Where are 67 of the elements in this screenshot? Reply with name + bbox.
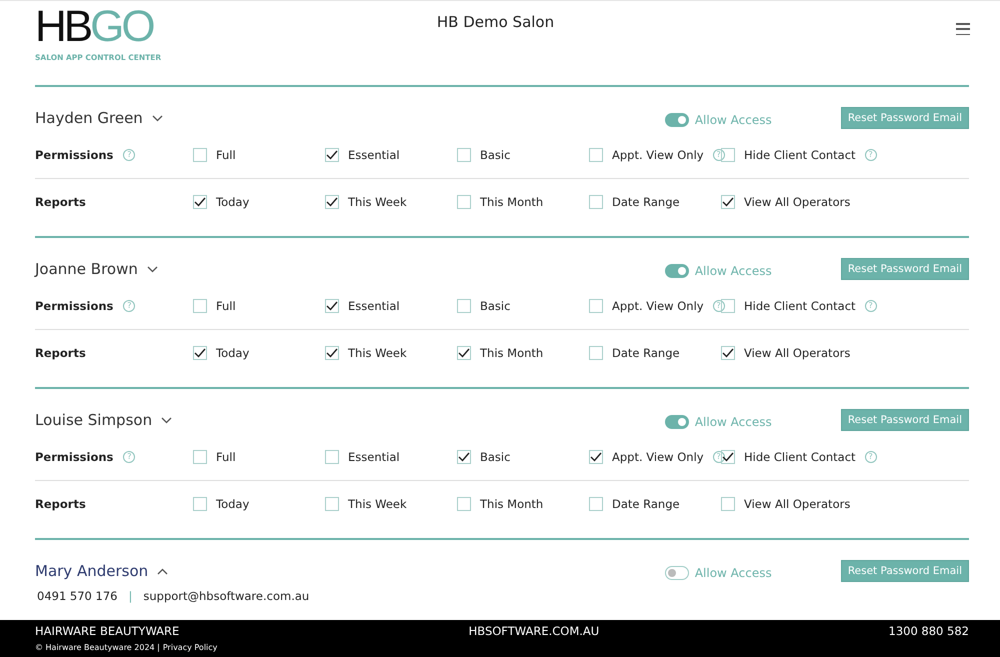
help-icon[interactable]: ?: [123, 451, 136, 463]
option-label: Full: [216, 450, 236, 464]
separator: |: [128, 589, 132, 603]
option-label: This Week: [348, 497, 407, 511]
option-label: This Month: [480, 346, 544, 360]
option-label: Basic: [480, 299, 510, 313]
copyright-text: © Hairware Beautyware 2024 |: [35, 643, 160, 652]
help-icon[interactable]: ?: [864, 300, 877, 312]
option-label: This Month: [480, 195, 544, 209]
option-label: Basic: [480, 450, 510, 464]
option-label: Today: [216, 195, 250, 209]
user-name-toggle[interactable]: Joanne Brown: [35, 260, 158, 278]
group-label: Reports: [35, 497, 86, 511]
option-label: Full: [216, 148, 236, 162]
reset-password-button[interactable]: Reset Password Email: [840, 107, 969, 129]
option-label: Today: [216, 346, 250, 360]
footer-phone: 1300 880 582: [888, 624, 969, 638]
phone-number: 0491 570 176: [37, 589, 118, 603]
option-label: Date Range: [612, 195, 680, 209]
option-label: Essential: [348, 148, 400, 162]
help-icon[interactable]: ?: [712, 451, 725, 463]
option-label: Appt. View Only: [612, 148, 704, 162]
group-label: Permissions: [35, 450, 114, 464]
help-icon[interactable]: ?: [712, 149, 725, 161]
option-label: Hide Client Contact: [744, 450, 856, 464]
help-icon[interactable]: ?: [123, 300, 136, 312]
help-icon[interactable]: ?: [123, 149, 136, 161]
reset-password-button[interactable]: Reset Password Email: [840, 560, 969, 582]
help-icon[interactable]: ?: [712, 300, 725, 312]
option-label: View All Operators: [744, 497, 850, 511]
privacy-policy-link[interactable]: Privacy Policy: [162, 643, 218, 652]
option-label: Essential: [348, 450, 400, 464]
group-label: Permissions: [35, 148, 114, 162]
option-label: Date Range: [612, 346, 680, 360]
option-label: View All Operators: [744, 195, 850, 209]
option-label: Appt. View Only: [612, 299, 704, 313]
footer-brand: HAIRWARE BEAUTYWARE: [35, 624, 180, 638]
user-name-toggle[interactable]: Louise Simpson: [35, 411, 172, 429]
allow-access-label: Allow Access: [694, 113, 772, 127]
option-label: Today: [216, 497, 250, 511]
group-label: Permissions: [35, 299, 114, 313]
option-label: This Week: [348, 346, 407, 360]
option-label: Hide Client Contact: [744, 299, 856, 313]
allow-access-label: Allow Access: [694, 566, 772, 580]
option-label: Appt. View Only: [612, 450, 704, 464]
group-label: Reports: [35, 346, 86, 360]
salon-title: HB Demo Salon: [436, 13, 556, 31]
option-label: Full: [216, 299, 236, 313]
email-address: support@hbsoftware.com.au: [143, 589, 310, 603]
help-icon[interactable]: ?: [864, 451, 877, 463]
option-label: Essential: [348, 299, 400, 313]
option-label: Basic: [480, 148, 510, 162]
option-label: This Month: [480, 497, 544, 511]
option-label: View All Operators: [744, 346, 850, 360]
help-icon[interactable]: ?: [864, 149, 877, 161]
footer-website: HBSOFTWARE.COM.AU: [468, 624, 600, 638]
allow-access-label: Allow Access: [694, 415, 772, 429]
option-label: Hide Client Contact: [744, 148, 856, 162]
option-label: This Week: [348, 195, 407, 209]
reset-password-button[interactable]: Reset Password Email: [840, 409, 969, 431]
logo-wordmark: HBGO: [35, 5, 154, 49]
user-name-toggle[interactable]: Mary Anderson: [35, 562, 168, 580]
reset-password-button[interactable]: Reset Password Email: [840, 258, 969, 280]
option-label: Date Range: [612, 497, 680, 511]
user-name-toggle[interactable]: Hayden Green: [35, 109, 163, 127]
allow-access-label: Allow Access: [694, 264, 772, 278]
group-label: Reports: [35, 195, 86, 209]
